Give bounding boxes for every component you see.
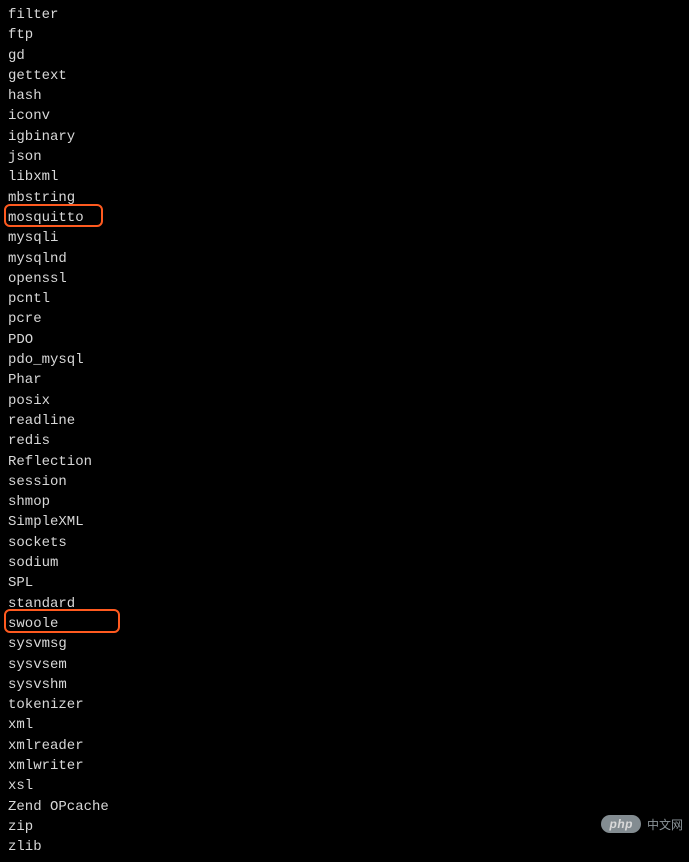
terminal-line: libxml (8, 167, 681, 187)
terminal-line: PDO (8, 330, 681, 350)
terminal-line: json (8, 147, 681, 167)
terminal-line: mysqli (8, 228, 681, 248)
terminal-line: gettext (8, 66, 681, 86)
terminal-line: sysvsem (8, 655, 681, 675)
terminal-line: sodium (8, 553, 681, 573)
terminal-line: pcntl (8, 289, 681, 309)
terminal-line: xsl (8, 776, 681, 796)
terminal-line: SPL (8, 573, 681, 593)
terminal-line: shmop (8, 492, 681, 512)
watermark: php 中文网 (601, 815, 683, 833)
watermark-badge: php (601, 815, 641, 833)
terminal-line: filter (8, 5, 681, 25)
terminal-line: sysvshm (8, 675, 681, 695)
terminal-line: standard (8, 594, 681, 614)
terminal-line: swoole (8, 614, 681, 634)
terminal-line: redis (8, 431, 681, 451)
terminal-line: xmlreader (8, 736, 681, 756)
terminal-line: tokenizer (8, 695, 681, 715)
terminal-line: openssl (8, 269, 681, 289)
terminal-line: Phar (8, 370, 681, 390)
terminal-line: xml (8, 715, 681, 735)
terminal-line: xmlwriter (8, 756, 681, 776)
terminal-line: mysqlnd (8, 249, 681, 269)
terminal-line: pdo_mysql (8, 350, 681, 370)
terminal-line: mbstring (8, 188, 681, 208)
terminal-line: sysvmsg (8, 634, 681, 654)
terminal-line: igbinary (8, 127, 681, 147)
terminal-line: ftp (8, 25, 681, 45)
terminal-line: hash (8, 86, 681, 106)
watermark-text: 中文网 (647, 816, 683, 833)
terminal-output: filterftpgdgettexthashiconvigbinaryjsonl… (0, 0, 689, 862)
terminal-line: Zend OPcache (8, 797, 681, 817)
terminal-line: gd (8, 46, 681, 66)
terminal-line: SimpleXML (8, 512, 681, 532)
terminal-line: mosquitto (8, 208, 681, 228)
terminal-line: readline (8, 411, 681, 431)
terminal-line: zlib (8, 837, 681, 857)
terminal-line: iconv (8, 106, 681, 126)
terminal-line: zip (8, 817, 681, 837)
terminal-line: sockets (8, 533, 681, 553)
terminal-line: Reflection (8, 452, 681, 472)
terminal-line: posix (8, 391, 681, 411)
terminal-line: pcre (8, 309, 681, 329)
terminal-line: session (8, 472, 681, 492)
